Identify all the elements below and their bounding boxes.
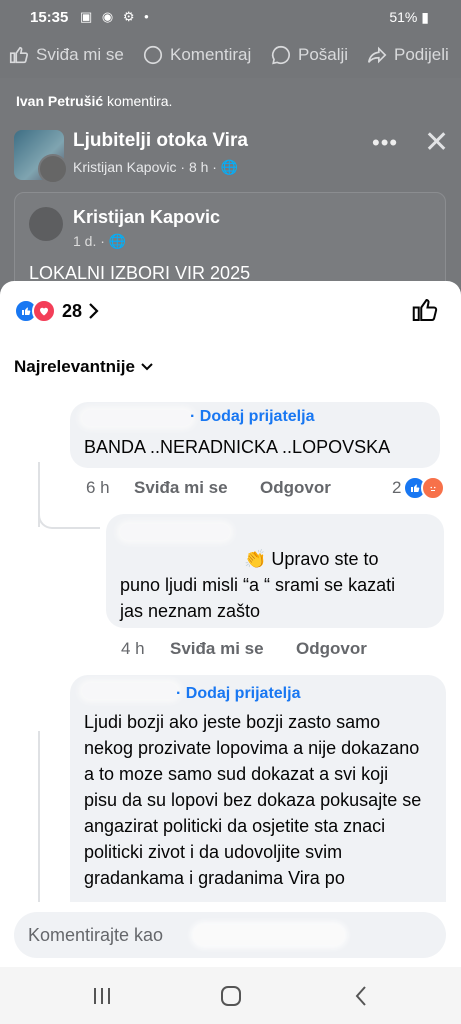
send-action-button[interactable]: Pošalji (270, 44, 348, 66)
comments-sheet: 28 Najrelevantnije · Dodaj prijatelja BA… (0, 281, 461, 967)
status-bar: 15:35 ▣ ◉ ⚙ • 51% ▮ (0, 0, 461, 34)
group-sub-author[interactable]: Kristijan Kapovic (73, 159, 177, 175)
composer-name-redacted (194, 925, 344, 945)
more-options-icon[interactable]: ••• (372, 130, 398, 156)
comment-input-placeholder: Komentirajte kao (28, 925, 164, 945)
angry-reaction-icon (421, 476, 446, 500)
chevron-down-icon (141, 363, 153, 371)
comment-text: BANDA ..NERADNICKA ..LOPOVSKA (84, 437, 391, 457)
group-name[interactable]: Ljubitelji otoka Vira (73, 130, 248, 152)
like-action-button[interactable]: Sviđa mi se (8, 44, 124, 66)
comment-author-redacted (82, 410, 192, 426)
post-author-name[interactable]: Kristijan Kapovic (73, 207, 220, 228)
comment-reactions[interactable]: 2 (392, 476, 446, 500)
post-author-avatar (29, 207, 63, 241)
comment-action-button[interactable]: Komentiraj (142, 44, 251, 66)
background-post: Ivan Petrušić komentira. Ljubitelji otok… (0, 78, 461, 334)
like-post-button[interactable] (410, 295, 440, 325)
reaction-count: 28 (62, 300, 83, 321)
thread-branch (38, 505, 100, 529)
commented-line: Ivan Petrušić komentira. (16, 93, 172, 109)
chevron-right-icon (89, 303, 99, 319)
post-action-bar: Sviđa mi se Komentiraj Pošalji Podijeli (0, 34, 461, 78)
post-time: 1 d. · 🌐 (73, 233, 126, 250)
group-subline: Kristijan Kapovic · 8 h · 🌐 (73, 159, 238, 176)
globe-icon: 🌐 (220, 159, 239, 175)
like-action-label: Sviđa mi se (36, 45, 124, 64)
comment-input[interactable]: Komentirajte kao (14, 912, 446, 958)
commented-suffix: komentira. (103, 93, 173, 109)
status-notification-icons: ▣ ◉ ⚙ • (80, 9, 152, 24)
reply-time: 4 h (121, 639, 145, 658)
sort-label: Najrelevantnije (14, 357, 135, 376)
comment-icon (143, 45, 163, 65)
recent-apps-icon[interactable] (87, 982, 117, 1010)
sort-dropdown[interactable]: Najrelevantnije (14, 357, 153, 377)
status-time: 15:35 (30, 9, 69, 26)
messenger-icon (271, 45, 290, 65)
comment-bubble[interactable]: · Dodaj prijatelja BANDA ..NERADNICKA ..… (70, 402, 440, 468)
add-friend-link[interactable]: · Dodaj prijatelja (176, 685, 300, 703)
globe-icon: 🌐 (108, 233, 127, 249)
commenter-name: Ivan Petrušić (16, 93, 104, 109)
battery-icon: ▮ (421, 9, 429, 25)
reply-text-first: 👏 Upravo ste to (244, 549, 379, 569)
system-nav-bar (0, 967, 461, 1024)
battery-level: 51% (389, 9, 418, 25)
group-avatar[interactable] (14, 130, 68, 184)
comment-composer-bar: Komentirajte kao (0, 902, 461, 967)
love-reaction-icon (32, 299, 56, 323)
add-friend-link[interactable]: · Dodaj prijatelja (190, 408, 314, 426)
comment-reply-button[interactable]: Odgovor (260, 478, 331, 498)
post-time-text: 1 d. · (73, 233, 109, 249)
status-system-icons: 51% ▮ (389, 9, 429, 26)
reply-bubble[interactable]: 👏 Upravo ste to puno ljudi misli “a “ sr… (106, 514, 444, 628)
share-action-button[interactable]: Podijeli (366, 44, 449, 66)
comment-time: 6 h (86, 478, 110, 497)
reactions-summary[interactable]: 28 (14, 299, 100, 323)
home-icon[interactable] (216, 982, 246, 1010)
close-icon[interactable]: ✕ (424, 125, 449, 160)
comment-author-redacted (82, 683, 178, 699)
back-icon[interactable] (346, 982, 376, 1010)
send-action-label: Pošalji (298, 45, 349, 64)
reply-like-button[interactable]: Sviđa mi se (170, 639, 264, 659)
author-mini-avatar (38, 154, 68, 184)
comment-like-button[interactable]: Sviđa mi se (134, 478, 228, 498)
comment-reaction-count: 2 (392, 478, 402, 497)
share-action-label: Podijeli (394, 45, 449, 64)
share-icon (367, 46, 387, 64)
comment-text: Ljudi bozji ako jeste bozji zasto samo n… (84, 712, 422, 888)
group-sub-time: · 8 h · (176, 159, 221, 175)
reply-reply-button[interactable]: Odgovor (296, 639, 367, 659)
reply-author-redacted (120, 524, 230, 540)
reply-text-rest: puno ljudi misli “a “ srami se kazati ja… (120, 575, 396, 621)
comment-action-label: Komentiraj (170, 45, 252, 64)
thumbs-up-icon (9, 46, 29, 64)
